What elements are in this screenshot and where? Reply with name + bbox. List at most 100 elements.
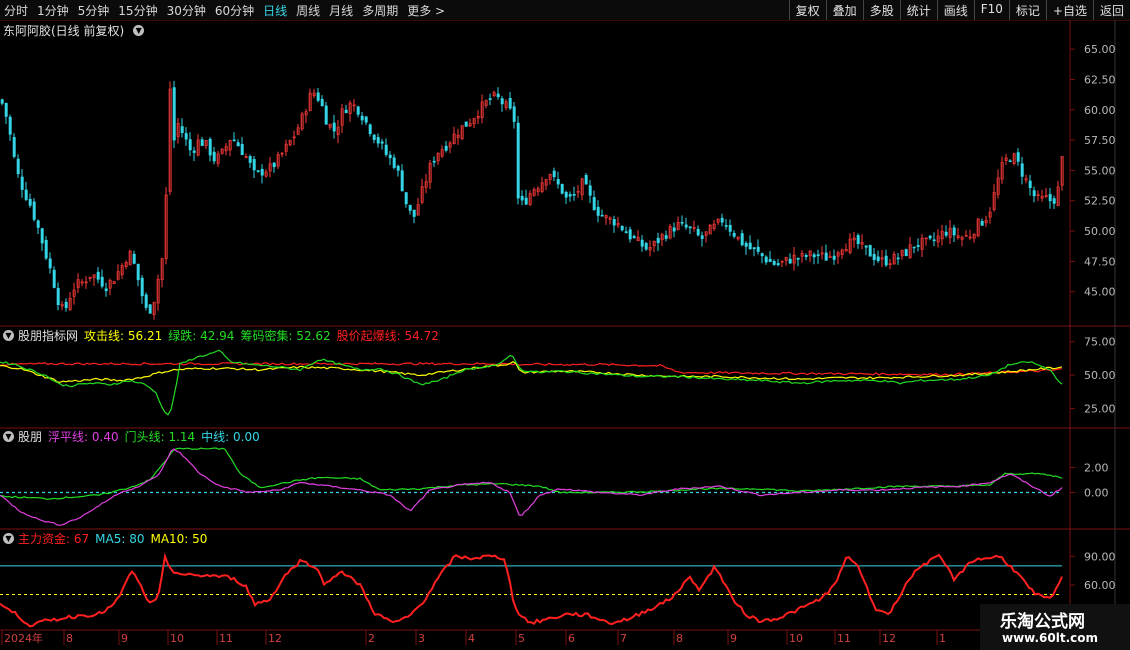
candle-body	[904, 249, 908, 257]
candle-body	[376, 137, 380, 144]
candle-body	[684, 224, 688, 228]
y-tick-label: 50.00	[1084, 225, 1116, 238]
candle-body	[360, 115, 364, 121]
candle-body	[876, 256, 880, 262]
candle-body	[1048, 194, 1052, 202]
candle-body	[240, 144, 244, 156]
x-tick-label: 8	[66, 632, 73, 645]
candle-body	[896, 257, 900, 260]
candle-body	[212, 151, 216, 162]
candle-body	[208, 138, 212, 156]
candle-body	[1016, 152, 1020, 162]
candle-body	[400, 170, 404, 192]
candle-body	[588, 185, 592, 196]
candle-body	[628, 229, 632, 240]
x-tick-label: 10	[789, 632, 803, 645]
candle-body	[444, 145, 448, 151]
x-tick-label: 5	[518, 632, 525, 645]
candle-body	[496, 93, 500, 98]
candle-body	[1052, 198, 1056, 204]
x-tick-label: 6	[568, 632, 575, 645]
candle-body	[16, 158, 20, 175]
x-tick-label: 7	[620, 632, 627, 645]
candle-body	[916, 245, 920, 247]
candle-body	[4, 102, 8, 117]
candle-body	[396, 165, 400, 171]
logo-line2: www.60lt.com	[1002, 631, 1099, 645]
y-tick-label: 47.50	[1084, 255, 1116, 268]
candle-body	[720, 217, 724, 223]
candle-body	[740, 233, 744, 246]
candle-body	[556, 179, 560, 185]
candle-body	[464, 121, 468, 127]
candle-body	[944, 231, 948, 236]
candle-body	[864, 245, 868, 248]
candle-body	[1008, 160, 1012, 163]
x-tick-label: 8	[676, 632, 683, 645]
candle-body	[364, 116, 368, 123]
logo-line1: 乐淘公式网	[1000, 612, 1085, 632]
candle-body	[760, 253, 764, 257]
candle-body	[96, 271, 100, 280]
x-tick-label: 9	[121, 632, 128, 645]
x-tick-label: 3	[418, 632, 425, 645]
candle-body	[508, 97, 512, 109]
candle-body	[772, 261, 776, 265]
candle-body	[804, 255, 808, 257]
candle-body	[36, 220, 40, 228]
candle-body	[928, 235, 932, 239]
candle-body	[512, 106, 516, 122]
candle-body	[48, 258, 52, 269]
x-tick-label: 1	[939, 632, 946, 645]
candle-body	[320, 98, 324, 107]
candle-body	[24, 189, 28, 200]
candle-body	[144, 294, 148, 308]
candle-body	[952, 227, 956, 236]
candle-body	[620, 225, 624, 231]
candle-body	[180, 126, 184, 133]
candle-body	[188, 139, 192, 151]
candle-body	[724, 225, 728, 227]
candle-body	[392, 157, 396, 168]
x-tick-label: 11	[219, 632, 233, 645]
candle-body	[564, 191, 568, 198]
candle-body	[32, 201, 36, 220]
x-tick-label: 2	[368, 632, 375, 645]
candle-body	[672, 227, 676, 232]
candle-body	[744, 242, 748, 247]
candle-body	[40, 228, 44, 244]
candle-body	[884, 255, 888, 266]
y-tick-label: 62.50	[1084, 73, 1116, 86]
candle-body	[568, 194, 572, 197]
candle-body	[664, 235, 668, 239]
x-tick-label: 11	[837, 632, 851, 645]
candle-body	[368, 124, 372, 135]
candle-body	[408, 204, 412, 211]
candle-body	[44, 239, 48, 259]
candle-body	[356, 106, 360, 115]
y-tick-label: 60.00	[1084, 579, 1116, 592]
candle-body	[500, 98, 504, 105]
candle-body	[824, 252, 828, 261]
candle-body	[748, 242, 752, 250]
candle-body	[332, 122, 336, 132]
y-tick-label: 50.00	[1084, 369, 1116, 382]
candle-body	[632, 235, 636, 238]
candle-body	[732, 232, 736, 237]
y-tick-label: 60.00	[1084, 104, 1116, 117]
candle-body	[788, 258, 792, 264]
candle-body	[248, 156, 252, 163]
candle-body	[372, 134, 376, 140]
candle-body	[764, 256, 768, 263]
candle-body	[1020, 163, 1024, 177]
candle-body	[816, 254, 820, 257]
candle-body	[524, 197, 528, 205]
candle-body	[8, 116, 12, 135]
candle-body	[140, 277, 144, 297]
candle-body	[0, 99, 4, 104]
candle-body	[932, 239, 936, 242]
candle-body	[232, 139, 236, 142]
candle-body	[148, 304, 152, 314]
candle-body	[644, 242, 648, 250]
logo: 乐淘公式网 www.60lt.com	[980, 604, 1130, 650]
